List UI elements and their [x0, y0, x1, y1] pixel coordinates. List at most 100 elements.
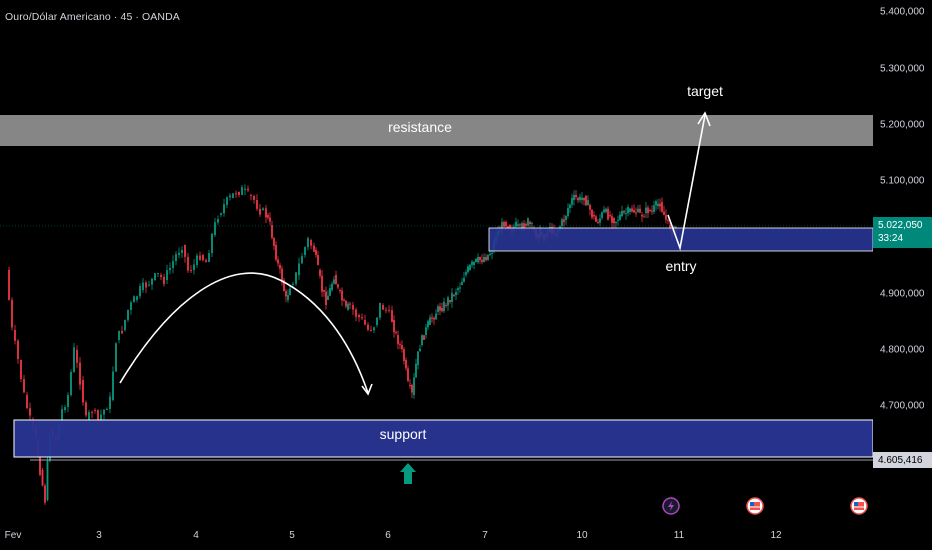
target-label: target — [687, 83, 723, 99]
candle-body — [76, 350, 78, 363]
candle-body — [591, 209, 593, 218]
candle-body — [485, 257, 487, 261]
candle-body — [321, 275, 323, 292]
candle-body — [505, 222, 507, 227]
candle-body — [629, 208, 631, 212]
candle-body — [124, 319, 126, 330]
candle-body — [415, 363, 417, 378]
candle-body — [121, 330, 123, 334]
candle-body — [136, 296, 138, 300]
candle-body — [172, 261, 174, 268]
candle-body — [653, 205, 655, 212]
candle-body — [633, 210, 635, 213]
candle-body — [639, 208, 641, 213]
candle-body — [635, 212, 637, 214]
candle-body — [385, 309, 387, 311]
candle-body — [615, 221, 617, 224]
price-tick: 4.800,000 — [880, 344, 925, 356]
candle-body — [304, 247, 306, 255]
price-tick: 4.900,000 — [880, 288, 925, 300]
candle-body — [343, 300, 345, 301]
candle-body — [277, 259, 279, 264]
candle-body — [563, 219, 565, 223]
candle-body — [373, 327, 375, 331]
time-axis[interactable]: Fev 3 4 5 6 7 10 11 12 — [0, 522, 873, 550]
candle-body — [127, 309, 129, 320]
candle-body — [166, 270, 168, 280]
candle-body — [331, 283, 333, 290]
candle-body — [339, 290, 341, 291]
up-arrow-icon — [400, 463, 416, 484]
candle-body — [8, 270, 10, 300]
chart-drawing[interactable] — [0, 0, 873, 522]
candle-body — [142, 282, 144, 290]
price-axis[interactable]: 5.400,000 5.300,000 5.200,000 5.100,000 … — [873, 0, 932, 550]
candle-body — [665, 215, 667, 220]
candle-body — [14, 330, 16, 341]
symbol-title[interactable]: Ouro/Dólar Americano · 45 · OANDA — [5, 11, 180, 23]
candle-body — [349, 303, 351, 305]
candle-body — [235, 193, 237, 195]
candle-body — [145, 282, 147, 288]
candle-body — [313, 245, 315, 252]
candle-body — [345, 300, 347, 307]
candle-body — [88, 412, 90, 420]
candle-body — [184, 245, 186, 257]
candle-body — [619, 214, 621, 220]
candle-body — [169, 267, 171, 271]
candle-body — [347, 303, 349, 310]
candle-body — [211, 233, 213, 254]
candle-body — [649, 210, 651, 211]
candle-body — [397, 335, 399, 345]
candle-body — [517, 224, 519, 226]
candle-body — [425, 327, 427, 335]
candle-body — [295, 272, 297, 284]
candle-body — [208, 253, 210, 262]
candle-body — [79, 362, 81, 385]
candle-body — [593, 215, 595, 217]
candle-body — [267, 215, 269, 218]
candle-body — [367, 324, 369, 330]
candle-body — [214, 222, 216, 235]
candle-body — [575, 194, 577, 198]
candle-body — [335, 275, 337, 285]
candle-body — [333, 279, 335, 284]
candle-body — [661, 202, 663, 212]
candle-body — [259, 208, 261, 215]
candle-body — [473, 261, 475, 265]
candle-body — [109, 396, 111, 409]
candle-body — [337, 284, 339, 288]
candle-body — [571, 197, 573, 205]
candle-body — [403, 349, 405, 361]
candle-body — [525, 224, 527, 226]
candle-body — [579, 196, 581, 201]
candle-body — [467, 266, 469, 273]
candle-body — [409, 385, 411, 386]
candle-body — [483, 257, 485, 262]
candle-body — [148, 284, 150, 286]
candle-body — [178, 252, 180, 255]
candle-body — [67, 394, 69, 408]
candle-body — [307, 238, 309, 248]
candle-body — [139, 286, 141, 297]
candle-body — [589, 205, 591, 210]
candle-body — [573, 194, 575, 200]
candle-body — [597, 222, 599, 223]
candle-body — [271, 225, 273, 238]
candle-body — [603, 209, 605, 213]
candle-body — [561, 219, 563, 226]
support-zone[interactable] — [13, 419, 873, 458]
candle-body — [298, 263, 300, 275]
entry-label: entry — [665, 258, 697, 274]
candle-body — [247, 188, 249, 191]
candle-body — [441, 308, 443, 312]
time-label: 7 — [482, 530, 488, 541]
candle-body — [256, 200, 258, 209]
candle-body — [427, 321, 429, 328]
time-label: 3 — [96, 530, 102, 541]
candle-body — [641, 215, 643, 217]
candle-body — [265, 208, 267, 218]
candle-body — [70, 372, 72, 395]
candle-body — [253, 195, 255, 200]
candle-body — [419, 348, 421, 352]
